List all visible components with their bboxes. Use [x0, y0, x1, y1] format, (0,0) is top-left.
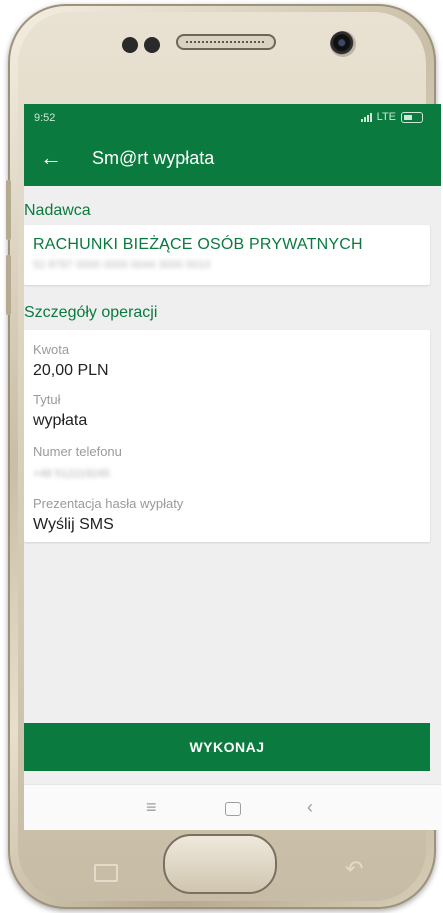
password-presentation-value: Wyślij SMS: [33, 516, 114, 533]
home-icon[interactable]: [225, 802, 241, 816]
phone-screen: 9:52 LTE ← Sm@rt wypłata Nadawca RACHUNK…: [24, 104, 441, 830]
account-number: 52 8787 0000 0000 0044 3000 0010: [33, 259, 211, 271]
password-presentation-label: Prezentacja hasła wypłaty: [33, 496, 184, 511]
status-time: 9:52: [34, 112, 56, 124]
menu-icon[interactable]: ≡: [146, 797, 157, 817]
app-bar: ← Sm@rt wypłata: [24, 130, 441, 186]
phone-number-label: Numer telefonu: [33, 444, 122, 459]
phone-number-value: +48 512219245: [33, 468, 110, 480]
title-value: wypłata: [33, 412, 88, 429]
amount-value: 20,00 PLN: [33, 362, 109, 379]
back-key-icon[interactable]: ↶: [345, 856, 369, 881]
battery-icon: [401, 111, 423, 123]
status-bar: 9:52 LTE: [24, 104, 441, 130]
network-type: LTE: [376, 111, 396, 123]
sensor-dot: [144, 37, 160, 53]
system-nav-bar: ≡ ‹: [24, 784, 441, 830]
status-icons: LTE: [360, 111, 423, 123]
back-icon[interactable]: ‹: [307, 797, 313, 817]
operation-details-card: Kwota 20,00 PLN Tytuł wypłata Numer tele…: [24, 330, 430, 542]
page-title: Sm@rt wypłata: [92, 148, 215, 168]
earpiece-speaker: [176, 34, 276, 50]
front-camera: [330, 31, 356, 57]
phone-side-button: [6, 180, 11, 240]
sender-section-title: Nadawca: [24, 202, 91, 219]
sender-account-card: RACHUNKI BIEŻĄCE OSÓB PRYWATNYCH 52 8787…: [24, 225, 430, 285]
sensor-dot: [122, 37, 138, 53]
signal-icon: [360, 112, 372, 122]
recent-apps-key-icon[interactable]: [94, 864, 118, 882]
amount-label: Kwota: [33, 342, 70, 357]
account-name: RACHUNKI BIEŻĄCE OSÓB PRYWATNYCH: [33, 236, 363, 253]
phone-side-button: [6, 255, 11, 315]
title-label: Tytuł: [33, 392, 61, 407]
home-key-button[interactable]: [163, 834, 277, 894]
arrow-left-icon[interactable]: ←: [40, 142, 72, 174]
execute-button[interactable]: WYKONAJ: [24, 723, 430, 771]
details-section-title: Szczegóły operacji: [24, 304, 158, 321]
